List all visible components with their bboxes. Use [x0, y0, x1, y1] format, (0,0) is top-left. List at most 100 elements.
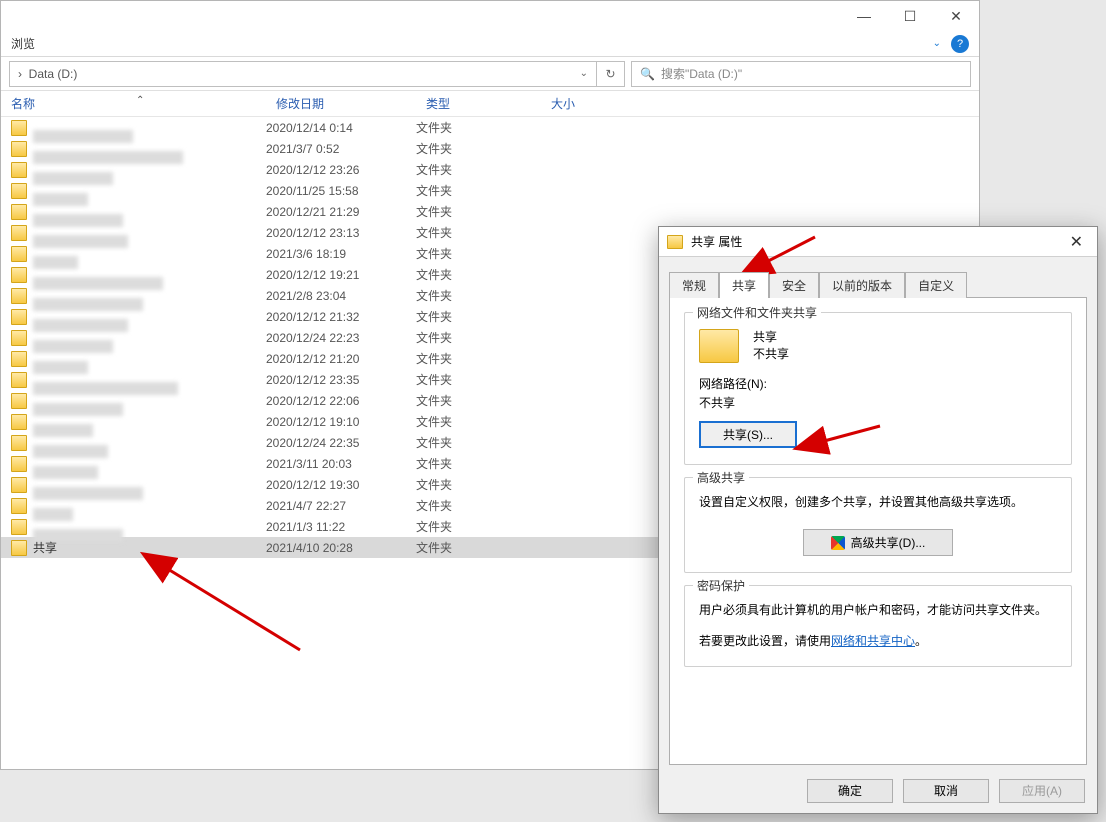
row-type: 文件夹: [416, 371, 541, 388]
group-title: 网络文件和文件夹共享: [693, 304, 821, 321]
row-type: 文件夹: [416, 161, 541, 178]
network-path-value: 不共享: [699, 394, 1057, 411]
row-type: 文件夹: [416, 287, 541, 304]
folder-icon: [11, 141, 27, 157]
row-date: 2020/12/14 0:14: [266, 121, 416, 135]
row-type: 文件夹: [416, 182, 541, 199]
dialog-close-button[interactable]: ✕: [1064, 232, 1089, 252]
row-date: 2020/12/12 23:35: [266, 373, 416, 387]
folder-icon: [11, 498, 27, 514]
share-button[interactable]: 共享(S)...: [699, 421, 797, 448]
row-date: 2020/12/12 21:32: [266, 310, 416, 324]
list-item[interactable]: 2020/12/14 0:14文件夹: [1, 117, 979, 138]
share-name: 共享: [753, 329, 789, 346]
close-button[interactable]: ✕: [933, 1, 979, 31]
folder-icon: [11, 477, 27, 493]
folder-icon: [11, 267, 27, 283]
folder-icon: [11, 456, 27, 472]
row-date: 2021/3/11 20:03: [266, 457, 416, 471]
row-date: 2020/12/21 21:29: [266, 205, 416, 219]
minimize-button[interactable]: —: [841, 1, 887, 31]
folder-icon: [11, 246, 27, 262]
row-date: 2021/2/8 23:04: [266, 289, 416, 303]
properties-dialog: 共享 属性 ✕ 常规 共享 安全 以前的版本 自定义 网络文件和文件夹共享 共享…: [658, 226, 1098, 814]
folder-icon: [11, 225, 27, 241]
titlebar: — ☐ ✕: [1, 1, 979, 31]
row-type: 文件夹: [416, 455, 541, 472]
tab-sharing[interactable]: 共享: [719, 272, 769, 298]
password-text-1: 用户必须具有此计算机的用户帐户和密码，才能访问共享文件夹。: [699, 602, 1057, 619]
col-size[interactable]: 大小: [541, 95, 621, 112]
row-type: 文件夹: [416, 245, 541, 262]
row-type: 文件夹: [416, 224, 541, 241]
tab-page: 网络文件和文件夹共享 共享 不共享 网络路径(N): 不共享 共享(S)... …: [669, 297, 1087, 765]
apply-button[interactable]: 应用(A): [999, 779, 1085, 803]
col-name[interactable]: 名称: [1, 95, 266, 112]
row-name: 共享: [33, 539, 266, 556]
advanced-share-button-label: 高级共享(D)...: [851, 534, 926, 551]
row-date: 2020/12/12 23:13: [266, 226, 416, 240]
tab-custom[interactable]: 自定义: [905, 272, 967, 298]
folder-icon: [11, 120, 27, 136]
group-title: 密码保护: [693, 577, 749, 594]
share-status: 不共享: [753, 346, 789, 363]
folder-icon: [11, 393, 27, 409]
tab-general[interactable]: 常规: [669, 272, 719, 298]
row-type: 文件夹: [416, 476, 541, 493]
row-date: 2021/3/7 0:52: [266, 142, 416, 156]
col-date[interactable]: 修改日期: [266, 95, 416, 112]
row-date: 2020/12/12 19:10: [266, 415, 416, 429]
maximize-button[interactable]: ☐: [887, 1, 933, 31]
folder-icon: [11, 162, 27, 178]
folder-icon: [11, 519, 27, 535]
row-date: 2020/12/12 23:26: [266, 163, 416, 177]
ok-button[interactable]: 确定: [807, 779, 893, 803]
cancel-button[interactable]: 取消: [903, 779, 989, 803]
folder-icon: [11, 204, 27, 220]
row-date: 2021/4/10 20:28: [266, 541, 416, 555]
row-type: 文件夹: [416, 119, 541, 136]
tab-strip: 常规 共享 安全 以前的版本 自定义: [659, 269, 1097, 297]
chevron-down-icon[interactable]: ⌄: [580, 68, 588, 79]
tab-security[interactable]: 安全: [769, 272, 819, 298]
search-icon: 🔍: [640, 67, 655, 81]
list-item[interactable]: 2021/3/7 0:52文件夹: [1, 138, 979, 159]
dialog-title: 共享 属性: [691, 233, 742, 250]
row-type: 文件夹: [416, 518, 541, 535]
row-type: 文件夹: [416, 350, 541, 367]
folder-icon: [667, 235, 683, 249]
row-date: 2021/3/6 18:19: [266, 247, 416, 261]
search-placeholder: 搜索"Data (D:)": [661, 65, 742, 82]
column-headers: 名称 ⌃ 修改日期 类型 大小: [1, 91, 979, 117]
row-date: 2020/12/12 19:21: [266, 268, 416, 282]
dialog-titlebar: 共享 属性 ✕: [659, 227, 1097, 257]
advanced-share-button[interactable]: 高级共享(D)...: [803, 529, 953, 556]
help-icon[interactable]: ?: [951, 35, 969, 53]
row-type: 文件夹: [416, 266, 541, 283]
folder-icon: [11, 309, 27, 325]
dialog-footer: 确定 取消 应用(A): [807, 779, 1085, 803]
row-type: 文件夹: [416, 497, 541, 514]
address-bar[interactable]: › Data (D:) ⌄: [9, 61, 597, 87]
network-center-link[interactable]: 网络和共享中心: [831, 634, 915, 648]
list-item[interactable]: 2020/11/25 15:58文件夹: [1, 180, 979, 201]
tab-previous-versions[interactable]: 以前的版本: [819, 272, 905, 298]
sort-indicator-icon: ⌃: [136, 95, 144, 106]
refresh-button[interactable]: ↻: [597, 61, 625, 87]
folder-icon: [11, 435, 27, 451]
col-type[interactable]: 类型: [416, 95, 541, 112]
row-date: 2021/1/3 11:22: [266, 520, 416, 534]
row-date: 2020/12/12 21:20: [266, 352, 416, 366]
folder-icon: [11, 372, 27, 388]
list-item[interactable]: 2020/12/21 21:29文件夹: [1, 201, 979, 222]
folder-icon: [11, 351, 27, 367]
row-date: 2020/11/25 15:58: [266, 184, 416, 198]
expand-ribbon-icon[interactable]: ⌄: [933, 38, 941, 49]
row-type: 文件夹: [416, 329, 541, 346]
ribbon-tab[interactable]: 浏览: [11, 35, 35, 52]
row-date: 2021/4/7 22:27: [266, 499, 416, 513]
row-type: 文件夹: [416, 413, 541, 430]
address-row: › Data (D:) ⌄ ↻ 🔍 搜索"Data (D:)": [1, 57, 979, 91]
search-input[interactable]: 🔍 搜索"Data (D:)": [631, 61, 971, 87]
folder-icon: [11, 288, 27, 304]
